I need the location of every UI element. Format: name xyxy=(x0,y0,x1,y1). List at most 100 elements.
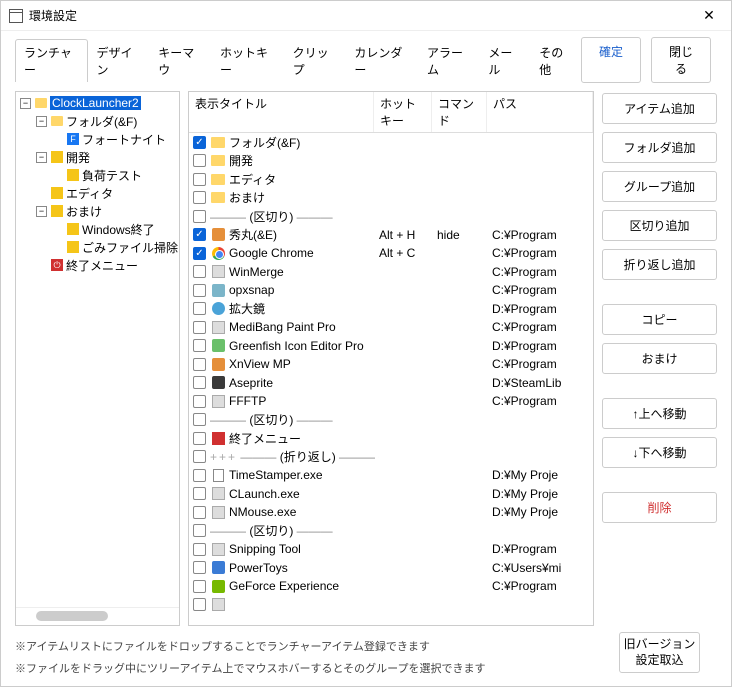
list-row[interactable]: ——— (区切り) ——— xyxy=(189,411,593,430)
checkbox[interactable] xyxy=(193,543,206,556)
list-row[interactable]: ✓秀丸(&E)Alt + HhideC:¥Program xyxy=(189,226,593,245)
checkbox[interactable] xyxy=(193,154,206,167)
side-button-2[interactable]: グループ追加 xyxy=(602,171,717,202)
list-row[interactable]: 拡大鏡D:¥Program xyxy=(189,300,593,319)
side-button-1[interactable]: フォルダ追加 xyxy=(602,132,717,163)
list-row[interactable]: WinMergeC:¥Program xyxy=(189,263,593,282)
side-button-0[interactable]: アイテム追加 xyxy=(602,93,717,124)
tab-6[interactable]: アラーム xyxy=(418,39,479,82)
checkbox[interactable] xyxy=(193,191,206,204)
checkbox[interactable] xyxy=(193,321,206,334)
tree-item[interactable]: Windows終了 xyxy=(16,220,179,238)
expand-icon[interactable]: − xyxy=(36,152,47,163)
list-row[interactable]: AsepriteD:¥SteamLib xyxy=(189,374,593,393)
tree-item[interactable]: ⏻終了メニュー xyxy=(16,256,179,274)
checkbox[interactable] xyxy=(193,487,206,500)
expand-icon[interactable]: − xyxy=(36,116,47,127)
checkbox[interactable]: ✓ xyxy=(193,228,206,241)
list-row[interactable]: Snipping ToolD:¥Program xyxy=(189,540,593,559)
tab-7[interactable]: メール xyxy=(479,39,530,82)
list-row[interactable]: NMouse.exeD:¥My Proje xyxy=(189,503,593,522)
list-row[interactable]: ——— (区切り) ——— xyxy=(189,207,593,226)
checkbox[interactable] xyxy=(193,302,206,315)
col-command[interactable]: コマンド xyxy=(432,92,487,132)
close-button[interactable]: 閉じる xyxy=(651,37,711,83)
list-row[interactable]: 開発 xyxy=(189,152,593,171)
list-row[interactable]: ✓フォルダ(&F) xyxy=(189,133,593,152)
list-row[interactable]: エディタ xyxy=(189,170,593,189)
list-row[interactable]: 終了メニュー xyxy=(189,429,593,448)
list-row[interactable]: おまけ xyxy=(189,189,593,208)
tab-4[interactable]: クリップ xyxy=(284,39,346,82)
col-title[interactable]: 表示タイトル xyxy=(189,92,374,132)
list-row[interactable]: ——— (区切り) ——— xyxy=(189,522,593,541)
checkbox[interactable] xyxy=(193,265,206,278)
side-button-8[interactable]: ↓下へ移動 xyxy=(602,437,717,468)
checkbox[interactable] xyxy=(193,339,206,352)
list-row[interactable]: XnView MPC:¥Program xyxy=(189,355,593,374)
expand-icon[interactable]: − xyxy=(36,206,47,217)
tree-item[interactable]: −フォルダ(&F) xyxy=(16,112,179,130)
col-path[interactable]: パス xyxy=(487,92,593,132)
checkbox[interactable] xyxy=(193,580,206,593)
orange-icon xyxy=(210,356,226,372)
checkbox[interactable]: ✓ xyxy=(193,136,206,149)
checkbox[interactable] xyxy=(193,284,206,297)
checkbox[interactable] xyxy=(193,210,206,223)
item-title: PowerToys xyxy=(229,561,379,575)
tree-item[interactable]: 負荷テスト xyxy=(16,166,179,184)
legacy-import-button[interactable]: 旧バージョン設定取込 xyxy=(619,632,701,673)
checkbox[interactable] xyxy=(193,598,206,611)
tree-item[interactable]: ごみファイル掃除 xyxy=(16,238,179,256)
list-row[interactable]: MediBang Paint ProC:¥Program xyxy=(189,318,593,337)
list-row[interactable]: ✓Google ChromeAlt + CC:¥Program xyxy=(189,244,593,263)
checkbox[interactable] xyxy=(193,506,206,519)
tree-hscroll[interactable] xyxy=(16,607,179,623)
blue-icon xyxy=(210,560,226,576)
list-row[interactable]: CLaunch.exeD:¥My Proje xyxy=(189,485,593,504)
tab-1[interactable]: デザイン xyxy=(88,39,150,82)
tab-5[interactable]: カレンダー xyxy=(345,39,418,82)
checkbox[interactable] xyxy=(193,173,206,186)
tree-item[interactable]: −開発 xyxy=(16,148,179,166)
checkbox[interactable] xyxy=(193,561,206,574)
checkbox[interactable] xyxy=(193,469,206,482)
side-button-7[interactable]: ↑上へ移動 xyxy=(602,398,717,429)
tab-3[interactable]: ホットキー xyxy=(211,39,284,82)
close-icon[interactable]: ✕ xyxy=(695,7,723,24)
side-button-9[interactable]: 削除 xyxy=(602,492,717,523)
tree-item[interactable]: −ClockLauncher2 xyxy=(16,94,179,112)
tree-item[interactable]: −おまけ xyxy=(16,202,179,220)
list-row[interactable]: Greenfish Icon Editor ProD:¥Program xyxy=(189,337,593,356)
ok-button[interactable]: 確定 xyxy=(581,37,641,83)
checkbox[interactable] xyxy=(193,432,206,445)
expand-icon[interactable]: − xyxy=(20,98,31,109)
item-cmd: hide xyxy=(437,228,492,242)
checkbox[interactable] xyxy=(193,450,206,463)
tab-0[interactable]: ランチャー xyxy=(15,39,88,82)
list-row[interactable]: GeForce ExperienceC:¥Program xyxy=(189,577,593,596)
side-button-3[interactable]: 区切り追加 xyxy=(602,210,717,241)
folder-icon xyxy=(210,134,226,150)
checkbox[interactable] xyxy=(193,395,206,408)
list-row[interactable]: FFFTPC:¥Program xyxy=(189,392,593,411)
side-button-6[interactable]: おまけ xyxy=(602,343,717,374)
checkbox[interactable] xyxy=(193,358,206,371)
list-row[interactable] xyxy=(189,596,593,615)
side-button-4[interactable]: 折り返し追加 xyxy=(602,249,717,280)
list-row[interactable]: +++ ——— (折り返し) ——— +++ xyxy=(189,448,593,467)
item-path: D:¥SteamLib xyxy=(492,376,593,390)
tab-8[interactable]: その他 xyxy=(530,39,581,82)
checkbox[interactable] xyxy=(193,376,206,389)
tab-2[interactable]: キーマウ xyxy=(149,39,211,82)
checkbox[interactable] xyxy=(193,524,206,537)
side-button-5[interactable]: コピー xyxy=(602,304,717,335)
checkbox[interactable] xyxy=(193,413,206,426)
list-row[interactable]: TimeStamper.exeD:¥My Proje xyxy=(189,466,593,485)
checkbox[interactable]: ✓ xyxy=(193,247,206,260)
tree-item[interactable]: Fフォートナイト xyxy=(16,130,179,148)
list-row[interactable]: PowerToysC:¥Users¥mi xyxy=(189,559,593,578)
list-row[interactable]: opxsnapC:¥Program xyxy=(189,281,593,300)
tree-item[interactable]: エディタ xyxy=(16,184,179,202)
col-hotkey[interactable]: ホットキー xyxy=(374,92,432,132)
